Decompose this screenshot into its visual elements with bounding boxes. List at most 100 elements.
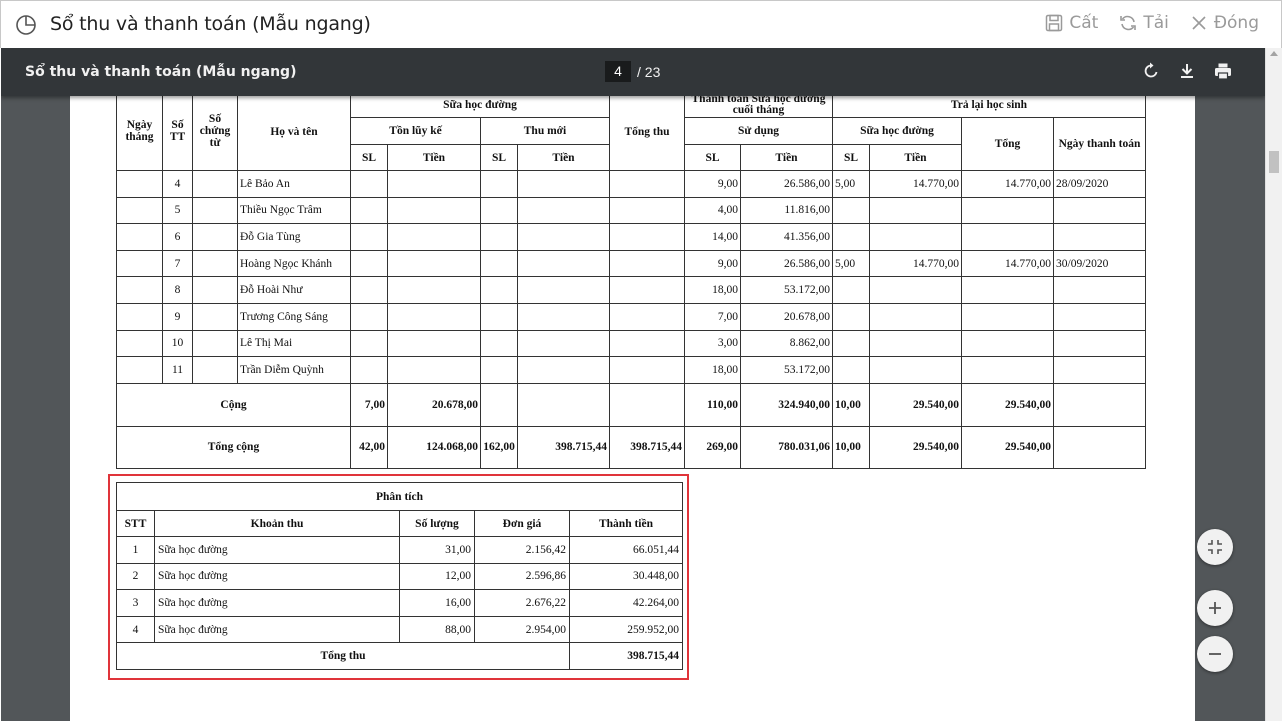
minus-icon: [1209, 653, 1221, 655]
su-dung-sl-cell: 4,00: [684, 196, 741, 225]
tra-lai-tong-cell: 14.770,00: [961, 170, 1054, 198]
stt-cell: 4: [162, 170, 193, 198]
analysis-khoan-thu: Sữa học đường: [154, 536, 400, 564]
ngay-thanh-toan-cell: [1053, 276, 1146, 304]
refresh-icon: [1120, 15, 1137, 31]
name-cell: Trương Công Sáng: [237, 302, 351, 331]
analysis-thanh-tien: 42.264,00: [569, 589, 683, 617]
header-sua-hoc-duong-tra-lai: Sữa học đường: [832, 117, 962, 145]
analysis-table: Phân tích STT Khoản thu Số lượng Đơn giá…: [116, 482, 683, 670]
save-label: Cất: [1069, 13, 1099, 33]
grand-total-sd-sl: 269,00: [684, 425, 741, 469]
tra-lai-tien-cell: [869, 276, 962, 304]
grand-total-ton-sl: 42,00: [350, 425, 388, 469]
header-su-dung: Sử dụng: [684, 117, 833, 145]
tra-lai-tong-cell: [961, 196, 1054, 225]
analysis-stt: 4: [116, 615, 155, 644]
stt-cell: 10: [162, 329, 193, 358]
name-cell: Thiều Ngọc Trâm: [237, 196, 351, 225]
ngay-thanh-toan-cell: 30/09/2020: [1053, 249, 1146, 278]
analysis-stt: 1: [116, 536, 155, 564]
grand-total-thu-tien: 398.715,44: [517, 425, 610, 469]
stt-cell: 5: [162, 196, 193, 225]
zoom-in-button[interactable]: [1197, 590, 1233, 626]
stt-cell: 9: [162, 302, 193, 331]
header-so-chung-tu: Số chứng từ: [192, 92, 238, 171]
close-button[interactable]: Đóng: [1189, 13, 1259, 33]
su-dung-sl-cell: 18,00: [684, 356, 741, 384]
save-icon: [1046, 14, 1063, 32]
grand-total-tong-thu: 398.715,44: [609, 425, 685, 469]
window-actions: Cất Tải Đóng: [1044, 13, 1259, 33]
save-button[interactable]: Cất: [1044, 13, 1098, 33]
pdf-title: Sổ thu và thanh toán (Mẫu ngang): [25, 64, 297, 80]
stt-cell: 8: [162, 276, 193, 304]
tra-lai-tong-cell: [961, 302, 1054, 331]
header-sl: SL: [832, 144, 870, 171]
header-tien: Tiền: [740, 144, 833, 171]
header-tien: Tiền: [517, 144, 610, 171]
zoom-out-button[interactable]: [1197, 636, 1233, 672]
rotate-icon[interactable]: [1141, 61, 1161, 81]
name-cell: Lê Bảo An: [237, 170, 351, 198]
page-number-input[interactable]: 4: [605, 61, 631, 82]
pie-chart-icon: [16, 15, 36, 35]
analysis-thanh-tien: 66.051,44: [569, 536, 683, 564]
header-tong: Tổng: [961, 117, 1054, 171]
header-ngay-thang: Ngày tháng: [116, 92, 163, 171]
subtotal-tl-tong: 29.540,00: [961, 382, 1054, 427]
header-ton-luy-ke: Tồn lũy kế: [350, 117, 481, 145]
table-row: 10 Lê Thị Mai 3,00 8.862,00: [116, 329, 1146, 358]
table-row: 11 Trần Diễm Quỳnh 18,00 53.172,00: [116, 356, 1146, 384]
analysis-khoan-thu: Sữa học đường: [154, 615, 400, 644]
reload-button[interactable]: Tải: [1118, 13, 1169, 33]
header-sua-hoc-duong: Sữa học đường: [350, 92, 610, 118]
print-icon[interactable]: [1213, 61, 1233, 81]
window-titlebar: Sổ thu và thanh toán (Mẫu ngang) Cất Tải: [0, 0, 1282, 48]
header-sl: SL: [684, 144, 741, 171]
grand-total-row: Tổng cộng 42,00 124.068,00 162,00 398.71…: [116, 425, 1146, 469]
tra-lai-tong-cell: [961, 329, 1054, 358]
subtotal-ton-tien: 20.678,00: [387, 382, 481, 427]
analysis-total-value: 398.715,44: [569, 642, 683, 670]
grand-total-ton-tien: 124.068,00: [387, 425, 481, 469]
table-row: 8 Đỗ Hoài Như 18,00 53.172,00: [116, 276, 1146, 304]
tra-lai-tong-cell: [961, 223, 1054, 251]
analysis-header-don-gia: Đơn giá: [474, 510, 570, 537]
analysis-stt: 2: [116, 562, 155, 591]
su-dung-tien-cell: 8.862,00: [740, 329, 833, 358]
grand-total-tl-tien: 29.540,00: [869, 425, 962, 469]
download-icon[interactable]: [1177, 61, 1197, 81]
analysis-thanh-tien: 30.448,00: [569, 562, 683, 591]
ngay-thanh-toan-cell: [1053, 329, 1146, 358]
su-dung-sl-cell: 18,00: [684, 276, 741, 304]
analysis-stt: 3: [116, 589, 155, 617]
page-total: / 23: [637, 63, 661, 80]
scroll-thumb[interactable]: [1269, 151, 1279, 173]
header-ngay-thanh-toan: Ngày thanh toán: [1053, 117, 1146, 171]
vertical-scrollbar[interactable]: [1265, 48, 1282, 721]
tra-lai-sl-cell: 5,00: [832, 249, 870, 278]
analysis-khoan-thu: Sữa học đường: [154, 589, 400, 617]
analysis-header-thanh-tien: Thành tiền: [569, 510, 683, 537]
header-ho-ten: Họ và tên: [237, 92, 351, 171]
analysis-header-stt: STT: [116, 510, 155, 537]
scroll-up-arrow-icon[interactable]: [1270, 51, 1278, 56]
analysis-so-luong: 16,00: [399, 589, 475, 617]
ngay-thanh-toan-cell: 28/09/2020: [1053, 170, 1146, 198]
subtotal-sd-tien: 324.940,00: [740, 382, 833, 427]
pdf-tools: [1141, 61, 1233, 81]
header-tien: Tiền: [869, 144, 962, 171]
collapse-icon: [1208, 540, 1222, 554]
name-cell: Lê Thị Mai: [237, 329, 351, 358]
analysis-header-khoan-thu: Khoản thu: [154, 510, 400, 537]
tra-lai-tong-cell: [961, 356, 1054, 384]
reload-label: Tải: [1143, 13, 1169, 33]
subtotal-tl-sl: 10,00: [832, 382, 870, 427]
grand-total-thu-sl: 162,00: [480, 425, 518, 469]
fit-page-button[interactable]: [1197, 529, 1233, 565]
analysis-khoan-thu: Sữa học đường: [154, 562, 400, 591]
grand-total-tl-sl: 10,00: [832, 425, 870, 469]
su-dung-tien-cell: 26.586,00: [740, 249, 833, 278]
ledger-table: Ngày tháng Số TT Số chứng từ Họ và tên S…: [116, 92, 1146, 469]
